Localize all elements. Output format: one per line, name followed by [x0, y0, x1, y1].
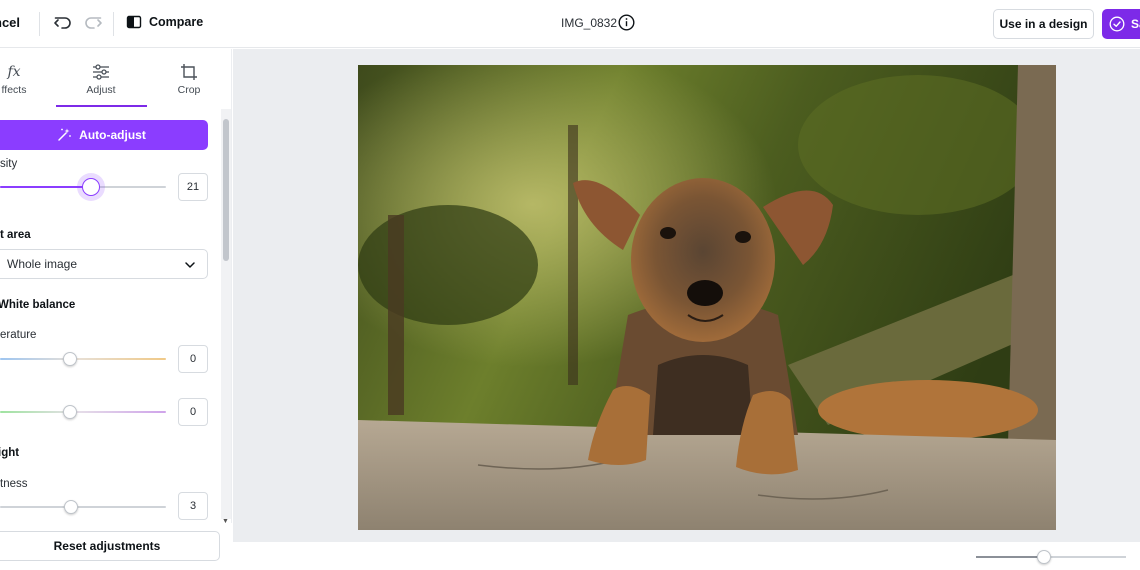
tab-label: Crop	[177, 84, 201, 96]
save-label: Sa	[1131, 17, 1140, 31]
temperature-value-input[interactable]: 0	[178, 345, 208, 373]
intensity-fill	[0, 186, 92, 188]
intensity-value-input[interactable]: 21	[178, 173, 208, 201]
scrollbar-thumb[interactable]	[223, 119, 229, 261]
intensity-label: sity	[0, 158, 18, 170]
active-tab-indicator	[56, 105, 147, 107]
tab-effects[interactable]: fx ffects	[0, 62, 42, 96]
sliders-icon	[93, 64, 109, 80]
reset-adjustments-button[interactable]: Reset adjustments	[0, 531, 220, 561]
temperature-slider-thumb[interactable]	[62, 352, 77, 366]
intensity-slider-thumb[interactable]	[82, 178, 101, 196]
zoom-slider-fill	[976, 556, 1044, 558]
brightness-slider-thumb[interactable]	[64, 500, 79, 514]
temperature-label: erature	[0, 329, 37, 341]
zoom-slider-thumb[interactable]	[1036, 550, 1051, 564]
tab-label: ffects	[1, 84, 27, 96]
compare-label: Compare	[149, 15, 204, 29]
tint-slider-thumb[interactable]	[62, 405, 77, 419]
check-circle-icon	[1109, 16, 1125, 32]
redo-icon[interactable]	[82, 12, 104, 34]
select-area-dropdown[interactable]: Whole image	[0, 249, 208, 279]
brightness-label: tness	[0, 478, 28, 490]
chevron-down-icon	[185, 262, 195, 268]
panel-scrollbar[interactable]: ▼	[221, 109, 231, 525]
cancel-button[interactable]: ncel	[0, 15, 20, 30]
compare-button[interactable]: Compare	[126, 14, 203, 30]
select-area-label: t area	[0, 229, 31, 241]
reset-footer: Reset adjustments	[0, 523, 232, 570]
save-button[interactable]: Sa	[1102, 9, 1140, 39]
light-label: ight	[0, 447, 20, 459]
image-canvas	[233, 49, 1140, 542]
white-balance-label: White balance	[0, 299, 76, 311]
info-icon[interactable]	[618, 14, 635, 31]
select-area-value: Whole image	[7, 257, 78, 271]
photo-image[interactable]	[358, 65, 1056, 530]
magic-wand-icon	[58, 128, 72, 141]
crop-icon	[181, 64, 197, 80]
top-toolbar: ncel Compare IMG_0832 Use in a design Sa	[0, 0, 1140, 48]
brightness-track[interactable]	[0, 506, 166, 508]
adjust-panel: fx ffects Adjust Crop Auto-adjust sity 2…	[0, 49, 232, 570]
brightness-value-input[interactable]: 3	[178, 492, 208, 520]
auto-adjust-button[interactable]: Auto-adjust	[0, 120, 208, 150]
tab-label: Adjust	[86, 84, 116, 96]
tab-crop[interactable]: Crop	[160, 62, 218, 96]
tint-value-input[interactable]: 0	[178, 398, 208, 426]
divider	[39, 12, 40, 36]
fx-icon: fx	[7, 64, 21, 80]
use-in-design-button[interactable]: Use in a design	[993, 9, 1094, 39]
divider	[113, 12, 114, 36]
tab-adjust[interactable]: Adjust	[72, 62, 130, 96]
temperature-track[interactable]	[0, 358, 166, 360]
undo-icon[interactable]	[52, 12, 74, 34]
compare-icon	[126, 15, 142, 29]
auto-adjust-label: Auto-adjust	[79, 128, 146, 142]
file-title: IMG_0832	[561, 16, 618, 30]
zoom-slider-track[interactable]	[976, 556, 1126, 558]
tint-track[interactable]	[0, 411, 166, 413]
zoom-bar	[233, 542, 1140, 570]
